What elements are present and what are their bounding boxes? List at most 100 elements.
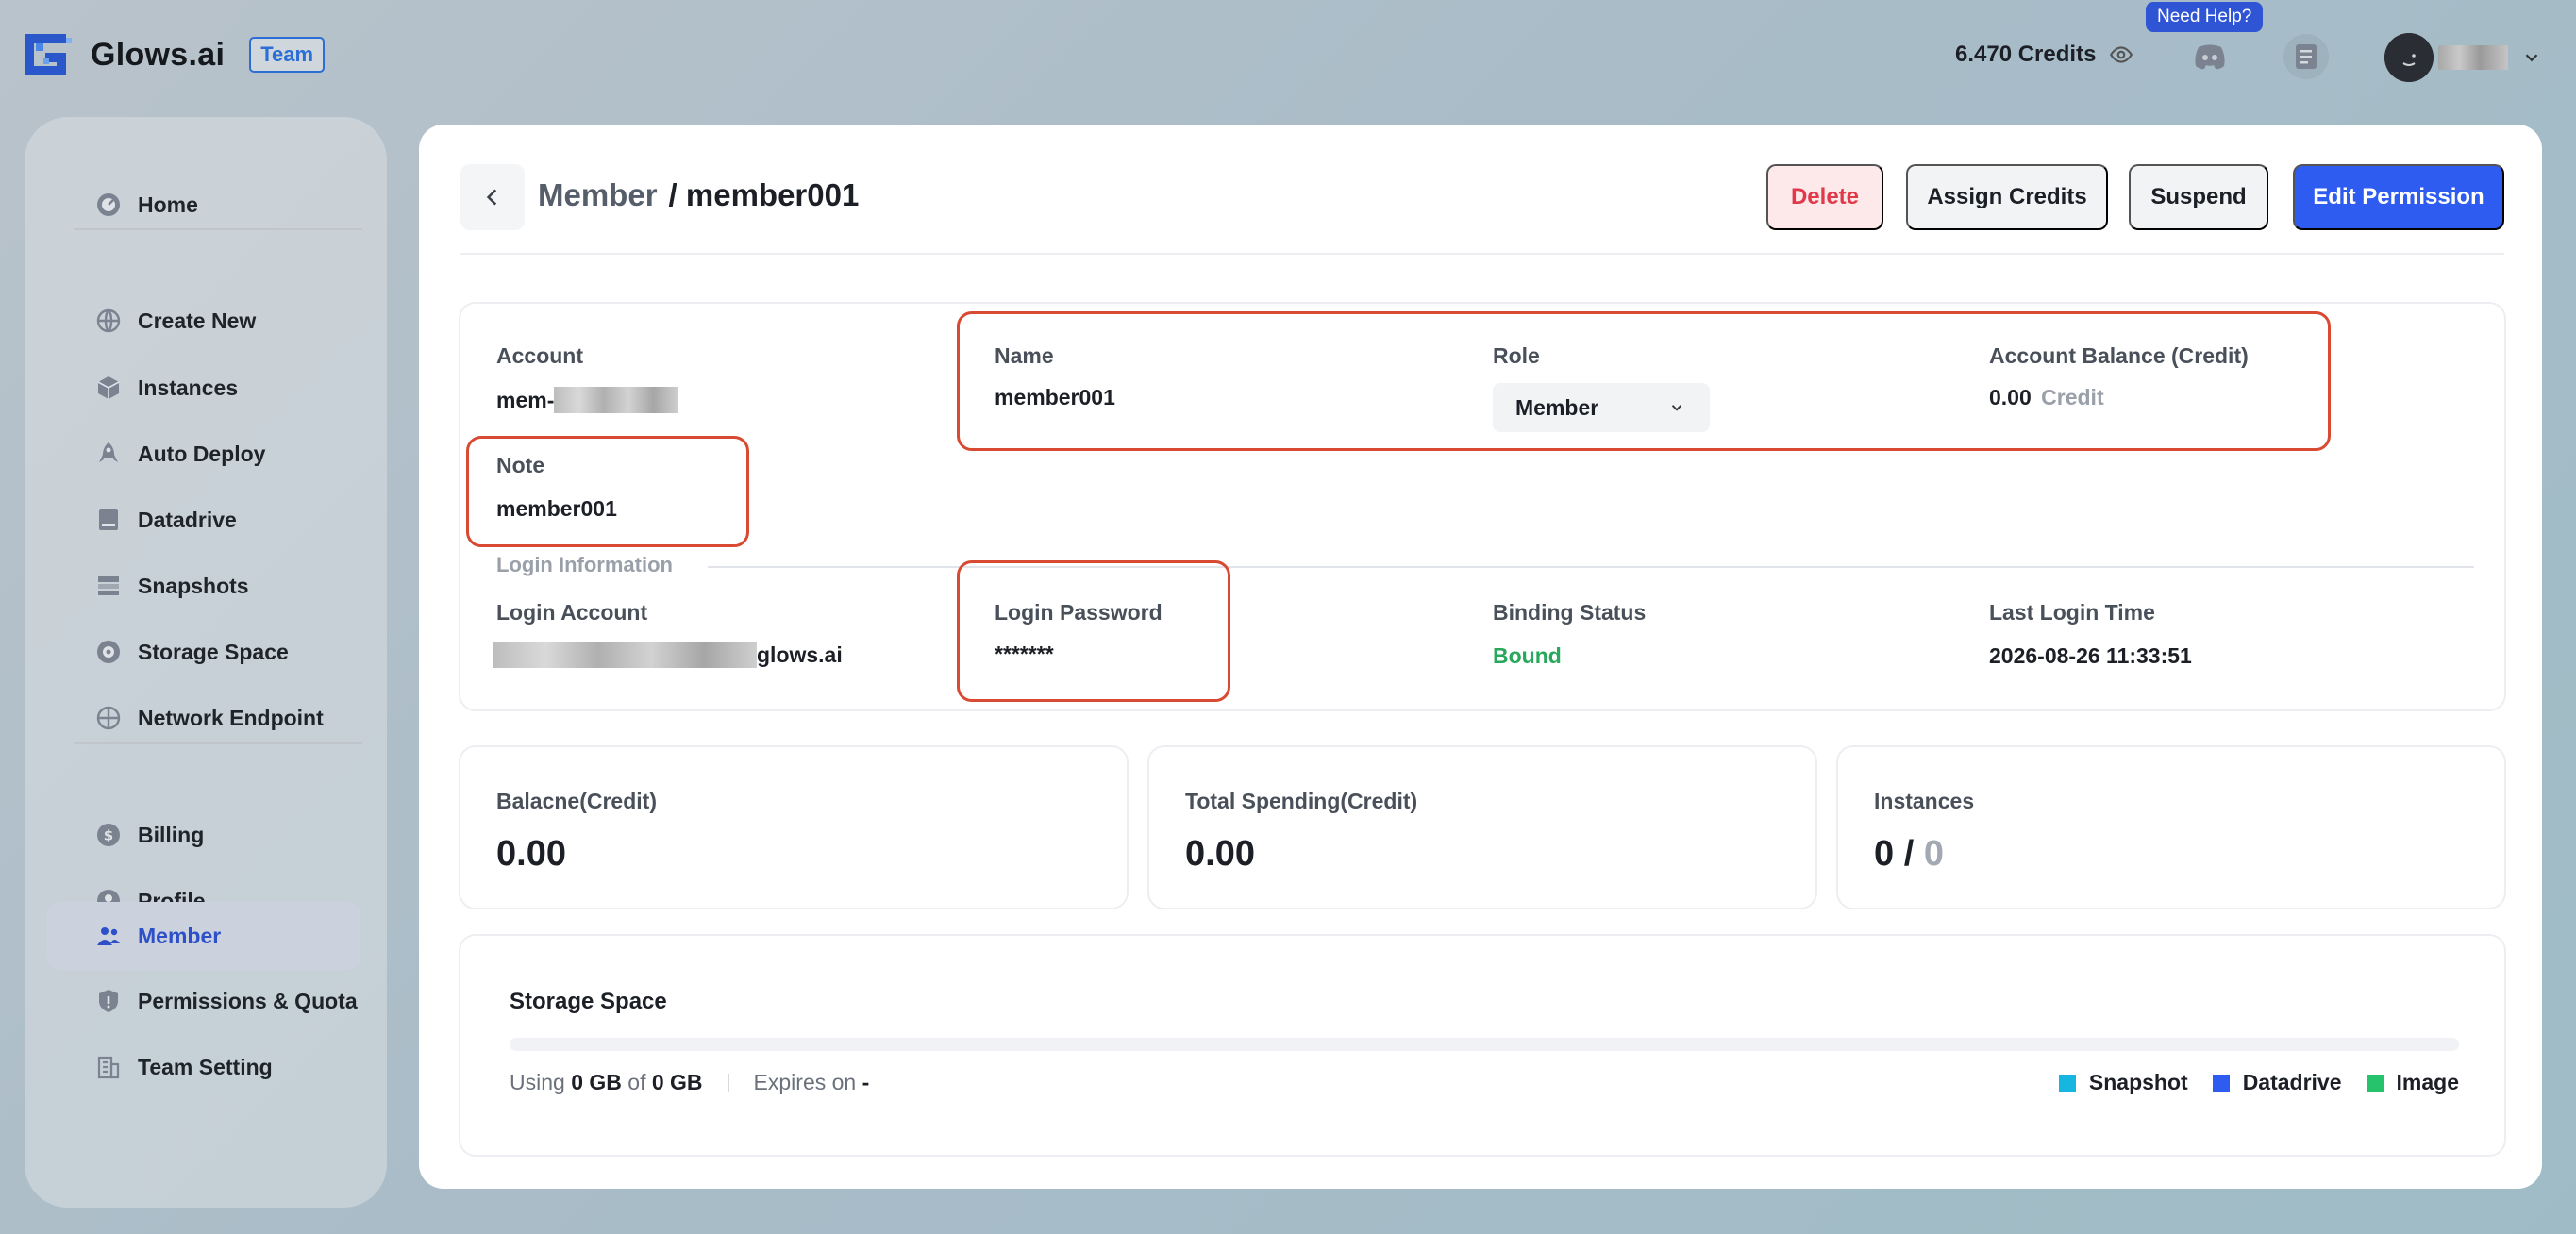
sidebar-item-create-new[interactable]: Create New — [47, 288, 360, 354]
sidebar-item-team-setting[interactable]: Team Setting — [47, 1034, 360, 1100]
last-login-value: 2026-08-26 11:33:51 — [1989, 643, 2192, 668]
chevron-down-icon[interactable] — [2521, 47, 2542, 68]
sidebar-divider — [74, 228, 362, 230]
legend-item-datadrive: Datadrive — [2212, 1070, 2342, 1095]
globe-icon — [96, 308, 121, 333]
storage-legend: Snapshot Datadrive Image — [2034, 1070, 2459, 1095]
discord-button[interactable] — [2189, 36, 2231, 77]
member-detail-card: Member / member001 Delete Assign Credits … — [419, 125, 2542, 1189]
name-value: member001 — [995, 385, 1115, 409]
docs-button[interactable] — [2283, 34, 2329, 79]
sidebar-divider — [74, 742, 362, 744]
rocket-icon — [99, 442, 118, 462]
glows-logo-icon — [25, 34, 72, 75]
brand-name: Glows.ai — [91, 36, 226, 73]
balance-amount: 0.00 — [1989, 385, 2032, 409]
sidebar-item-label: Create New — [138, 308, 257, 333]
dashboard-icon — [97, 193, 120, 216]
chevron-left-icon — [486, 189, 497, 206]
page-title: / member001 — [668, 177, 860, 212]
note-value: member001 — [496, 496, 617, 521]
role-label: Role — [1493, 343, 1540, 368]
last-login-label: Last Login Time — [1989, 600, 2155, 625]
sidebar-item-label: Team Setting — [138, 1054, 273, 1079]
stat-card-instances: Instances 0 / 0 — [1836, 745, 2506, 909]
edit-permission-button[interactable]: Edit Permission — [2293, 164, 2504, 230]
stat-balance-label: Balacne(Credit) — [496, 789, 657, 813]
storage-usage-bar — [510, 1038, 2459, 1051]
sidebar-item-label: Snapshots — [138, 573, 249, 598]
binding-status-value: Bound — [1493, 643, 1562, 668]
account-label: Account — [496, 343, 583, 368]
account-value: mem- — [496, 387, 679, 413]
eye-icon[interactable] — [2109, 42, 2133, 67]
drive-icon — [99, 509, 118, 530]
discord-icon — [2195, 44, 2225, 70]
sidebar-item-member[interactable]: Member — [47, 902, 360, 970]
stat-spending-value: 0.00 — [1185, 834, 1255, 874]
legend-label: Datadrive — [2242, 1070, 2342, 1094]
sidebar: Home Create New Instances Auto Deploy Da… — [25, 117, 387, 1208]
sidebar-item-storage-space[interactable]: Storage Space — [47, 619, 360, 685]
legend-swatch-image — [2366, 1074, 2384, 1092]
network-icon — [96, 706, 121, 730]
account-info-panel: Account mem- Name member001 Role Member … — [459, 302, 2506, 711]
storage-used: 0 GB — [571, 1070, 622, 1094]
building-icon — [97, 1056, 120, 1079]
role-select[interactable]: Member — [1493, 383, 1710, 432]
chevron-down-icon — [1671, 405, 1682, 411]
document-icon — [2296, 44, 2317, 69]
need-help-badge[interactable]: Need Help? — [2146, 2, 2264, 32]
sidebar-item-auto-deploy[interactable]: Auto Deploy — [47, 421, 360, 487]
name-label: Name — [995, 343, 1054, 368]
stat-balance-value: 0.00 — [496, 834, 566, 874]
storage-usage-text: Using 0 GB of 0 GB Expires on - — [510, 1070, 869, 1095]
sidebar-item-label: Auto Deploy — [138, 441, 266, 466]
login-password-value: ******* — [995, 642, 1054, 666]
assign-credits-button[interactable]: Assign Credits — [1906, 164, 2108, 230]
suspend-button[interactable]: Suspend — [2129, 164, 2268, 230]
sidebar-item-label: Billing — [138, 822, 205, 847]
account-value-prefix: mem- — [496, 387, 555, 412]
stat-card-balance: Balacne(Credit) 0.00 — [459, 745, 1129, 909]
header-divider — [460, 253, 2504, 255]
instances-used: 0 — [1874, 834, 1895, 874]
note-label: Note — [496, 453, 545, 477]
storage-title: Storage Space — [510, 989, 667, 1014]
cube-icon — [97, 376, 120, 399]
username-redacted[interactable] — [2438, 45, 2508, 70]
back-button[interactable] — [460, 164, 525, 230]
storage-meta-divider — [727, 1073, 729, 1092]
breadcrumb: Member / member001 — [538, 177, 859, 213]
shield-icon — [99, 990, 118, 1012]
snapshot-icon — [98, 576, 119, 595]
legend-item-snapshot: Snapshot — [2058, 1070, 2188, 1095]
stat-instances-value: 0 / 0 — [1874, 834, 1944, 875]
stat-card-spending: Total Spending(Credit) 0.00 — [1147, 745, 1817, 909]
login-account-value: glows.ai — [493, 642, 843, 668]
sidebar-item-label: Home — [138, 192, 198, 217]
delete-button[interactable]: Delete — [1766, 164, 1883, 230]
balance-label: Account Balance (Credit) — [1989, 343, 2249, 368]
sidebar-item-instances[interactable]: Instances — [47, 355, 360, 421]
members-icon — [97, 927, 120, 945]
legend-label: Snapshot — [2088, 1070, 2188, 1094]
credits-display[interactable]: 6.470 Credits — [1955, 42, 2133, 68]
avatar[interactable] — [2384, 33, 2434, 82]
sidebar-item-permissions-quota[interactable]: Permissions & Quota — [47, 968, 360, 1034]
sidebar-item-datadrive[interactable]: Datadrive — [47, 487, 360, 553]
brand-logo[interactable]: Glows.ai Team — [25, 30, 326, 79]
team-badge: Team — [249, 37, 326, 73]
account-id-redacted — [554, 387, 679, 413]
highlight-box-password — [957, 560, 1230, 702]
sidebar-item-network-endpoint[interactable]: Network Endpoint — [47, 685, 360, 751]
instances-separator: / — [1903, 834, 1915, 874]
sidebar-item-snapshots[interactable]: Snapshots — [47, 553, 360, 619]
binding-status-label: Binding Status — [1493, 600, 1647, 625]
sidebar-item-label: Permissions & Quota — [138, 988, 358, 1013]
breadcrumb-parent[interactable]: Member — [538, 177, 658, 212]
svg-text:$: $ — [104, 827, 113, 844]
credits-value: 6.470 Credits — [1955, 42, 2097, 67]
sidebar-item-billing[interactable]: $ Billing — [47, 802, 360, 868]
sidebar-item-label: Instances — [138, 375, 239, 400]
